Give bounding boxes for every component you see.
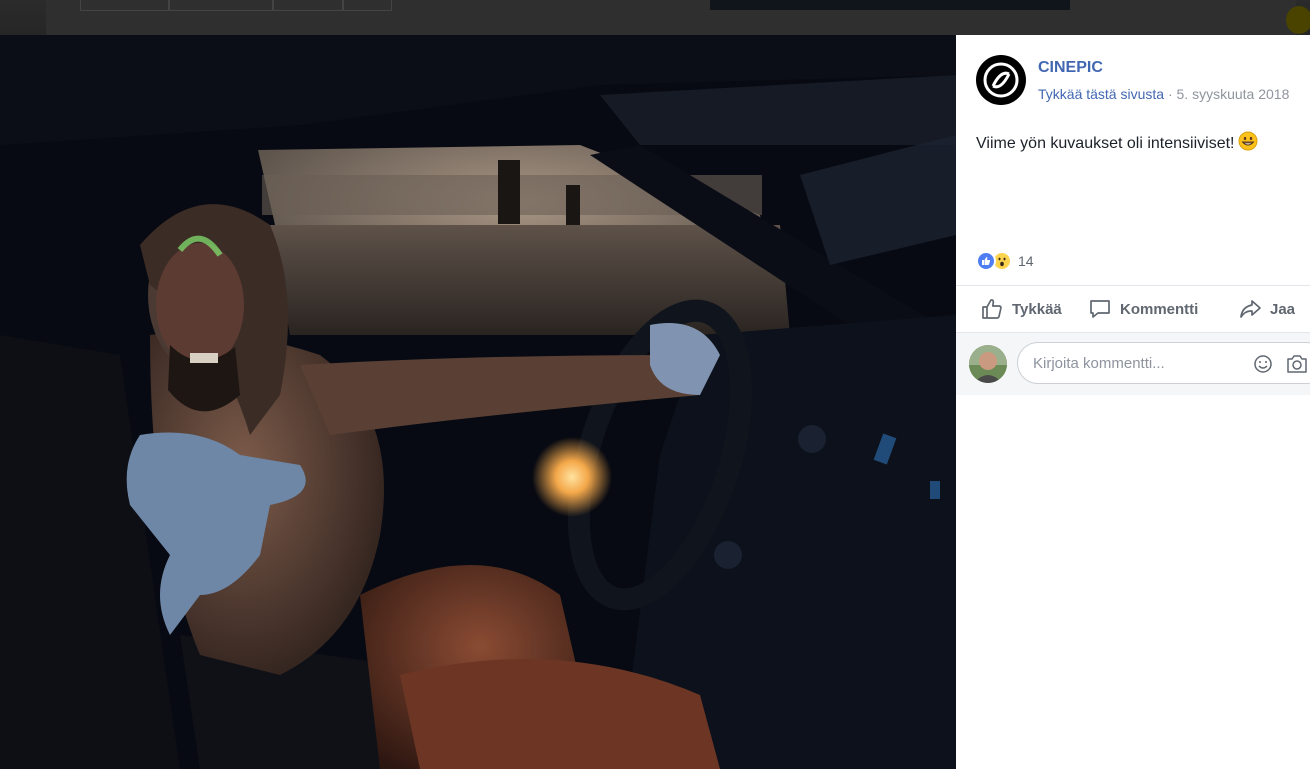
post-date[interactable]: 5. syyskuuta 2018 [1177, 86, 1290, 102]
meta-separator: · [1167, 86, 1173, 102]
dimmed-tab [342, 0, 392, 11]
post-text: Viime yön kuvaukset oli intensiiviset! [976, 131, 1258, 156]
cinepic-logo-icon [983, 62, 1019, 98]
page-name-link[interactable]: CINEPIC [1038, 59, 1103, 77]
share-arrow-icon [1240, 300, 1261, 318]
like-button-label: Tykkää [1012, 300, 1062, 318]
photo-illustration [0, 35, 956, 769]
camera-icon[interactable] [1286, 354, 1308, 379]
reaction-count: 14 [1018, 253, 1034, 269]
post-meta: Tykkää tästä sivusta · 5. syyskuuta 2018 [1038, 86, 1289, 102]
like-reaction-icon [976, 251, 996, 271]
share-button[interactable]: Jaa [1238, 286, 1295, 332]
page-avatar[interactable] [976, 55, 1026, 105]
emoji-icon[interactable] [1253, 354, 1273, 379]
comment-bubble-icon [1090, 300, 1110, 318]
dimmed-badge [1286, 6, 1310, 34]
thumbs-up-icon [982, 299, 1002, 319]
like-button[interactable]: Tykkää [980, 286, 1062, 332]
user-photo [969, 345, 1007, 383]
post-action-bar: Tykkää Kommentti Jaa [956, 285, 1310, 333]
user-avatar[interactable] [969, 345, 1007, 383]
share-button-label: Jaa [1270, 300, 1296, 318]
post-panel: CINEPIC Tykkää tästä sivusta · 5. syysku… [956, 35, 1310, 769]
dimmed-tab [272, 0, 344, 11]
dimmed-bar [710, 0, 1070, 10]
dimmed-tab [80, 0, 170, 11]
dimmed-tab [168, 0, 274, 11]
grinning-face-emoji-icon [1238, 131, 1258, 156]
background-page-strip [0, 0, 1310, 35]
comment-button-label: Kommentti [1120, 300, 1199, 318]
post-text-content: Viime yön kuvaukset oli intensiiviset! [976, 135, 1235, 152]
like-page-link[interactable]: Tykkää tästä sivusta [1038, 86, 1164, 102]
comment-composer [956, 333, 1310, 395]
post-photo[interactable] [0, 35, 956, 769]
reactions-summary[interactable]: 14 [976, 251, 1034, 271]
comment-button[interactable]: Kommentti [1088, 286, 1198, 332]
